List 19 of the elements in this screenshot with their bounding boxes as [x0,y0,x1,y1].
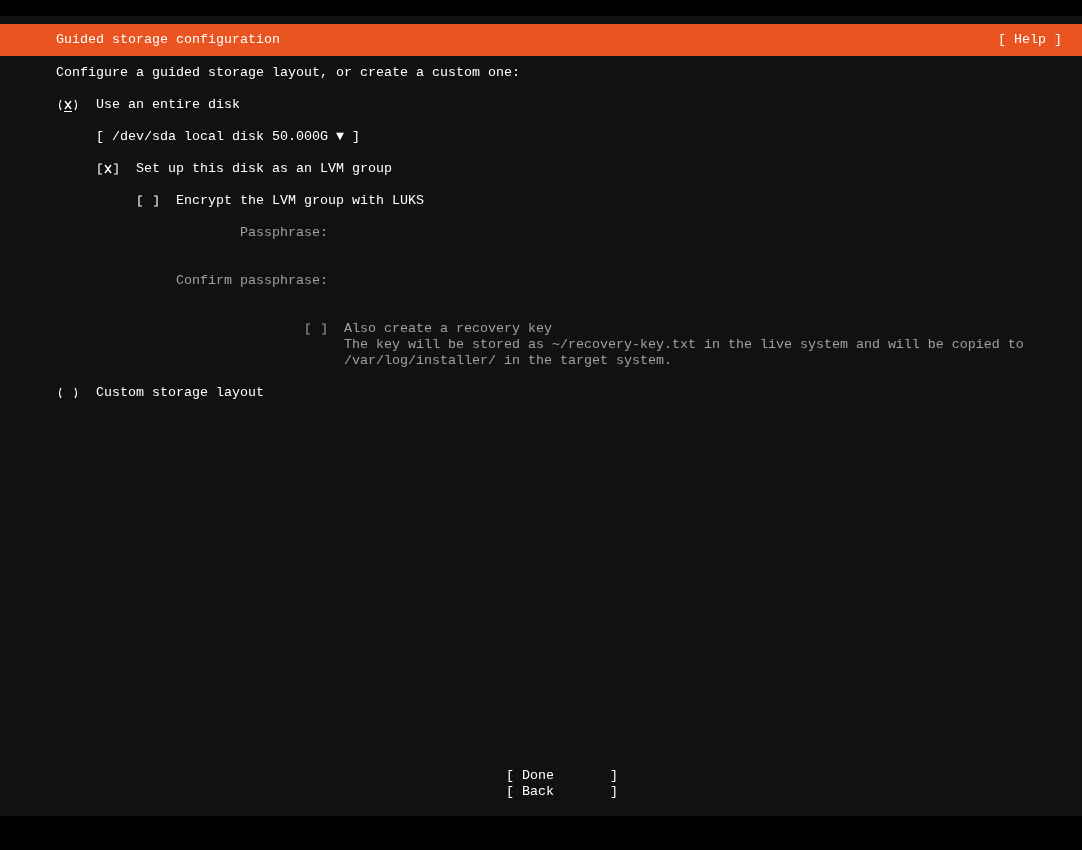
checkbox[interactable] [96,161,120,177]
radio-button[interactable] [56,97,80,113]
field-label: Passphrase: [240,225,328,241]
option-label[interactable]: Custom storage layout [96,385,264,401]
instruction-text: Configure a guided storage layout, or create a custom one: [56,65,520,81]
description-text: The key will be stored as ~/recovery-key.txt in the live system and will be copied to [344,337,1025,353]
disk-dropdown[interactable]: [ /dev/sda local disk 50.000G ▼ ] [96,129,360,145]
checkbox-label: Also create a recovery key [344,321,552,337]
screen-title: Guided storage configuration [56,32,280,48]
field-label: Confirm passphrase: [176,273,328,289]
option-label[interactable]: Use an entire disk [96,97,240,113]
help-button[interactable]: [ Help ] [998,32,1062,48]
action-button[interactable]: [ Done ] [506,768,618,784]
checkbox-label: Encrypt the LVM group with LUKS [176,193,424,209]
checkbox-label: Set up this disk as an LVM group [136,161,392,177]
description-text: /var/log/installer/ in the target system. [344,353,673,369]
checkbox[interactable] [136,193,160,209]
radio-button[interactable] [56,385,80,401]
action-button[interactable]: [ Back ] [506,784,618,800]
